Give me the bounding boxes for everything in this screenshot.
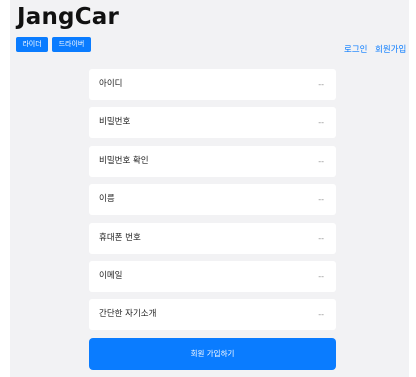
email-field[interactable]: 이메일 -- [89, 261, 336, 292]
signup-link[interactable]: 회원가입 [375, 43, 406, 55]
email-label: 이메일 [99, 271, 123, 281]
phone-value: -- [318, 234, 324, 243]
name-field[interactable]: 이름 -- [89, 184, 336, 215]
driver-button[interactable]: 드라이버 [52, 37, 91, 52]
bio-value: -- [318, 310, 324, 319]
username-value: -- [318, 80, 324, 89]
password-value: -- [318, 118, 324, 127]
bio-label: 간단한 자기소개 [99, 309, 157, 319]
rider-button[interactable]: 라이더 [16, 37, 48, 52]
signup-submit-button[interactable]: 회원 가입하기 [89, 338, 336, 370]
login-link[interactable]: 로그인 [344, 43, 367, 55]
app-logo[interactable]: JangCar [17, 4, 119, 30]
password-field[interactable]: 비밀번호 -- [89, 107, 336, 138]
username-field[interactable]: 아이디 -- [89, 69, 336, 100]
email-value: -- [318, 272, 324, 281]
password-label: 비밀번호 [99, 117, 131, 127]
name-label: 이름 [99, 194, 115, 204]
name-value: -- [318, 195, 324, 204]
bio-field[interactable]: 간단한 자기소개 -- [89, 299, 336, 330]
password-confirm-label: 비밀번호 확인 [99, 156, 149, 166]
phone-field[interactable]: 휴대폰 번호 -- [89, 223, 336, 254]
password-confirm-field[interactable]: 비밀번호 확인 -- [89, 146, 336, 177]
phone-label: 휴대폰 번호 [99, 233, 141, 243]
password-confirm-value: -- [318, 157, 324, 166]
username-label: 아이디 [99, 79, 123, 89]
